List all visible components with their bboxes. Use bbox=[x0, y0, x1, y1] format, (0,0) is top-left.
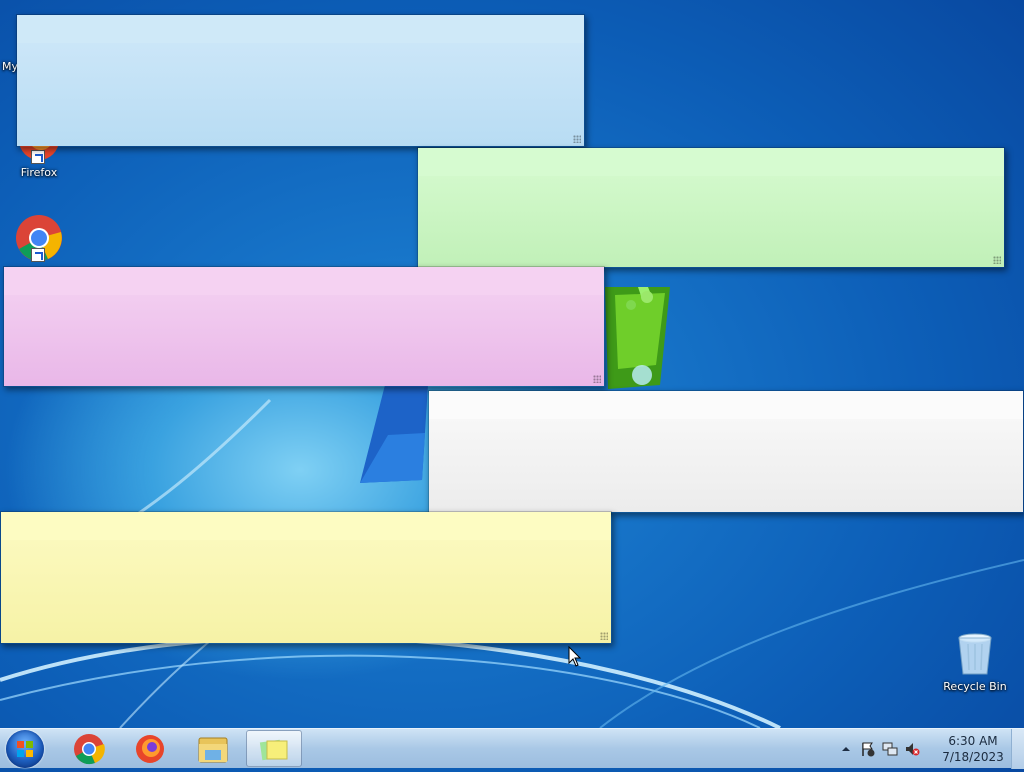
shortcut-arrow-icon bbox=[31, 150, 45, 164]
sticky-note-white[interactable] bbox=[428, 390, 1024, 513]
taskbar-file-explorer-button[interactable] bbox=[185, 730, 241, 767]
notification-area: 6:30 AM 7/18/2023 bbox=[834, 729, 1024, 769]
clock-date: 7/18/2023 bbox=[942, 750, 1004, 764]
desktop: My Firefox Recycle Bin bbox=[0, 0, 1024, 728]
system-clock[interactable]: 6:30 AM 7/18/2023 bbox=[938, 733, 1008, 765]
sticky-note-title-bar[interactable] bbox=[418, 148, 1004, 176]
sticky-note-text-area[interactable] bbox=[1, 540, 611, 643]
resize-grip-icon[interactable] bbox=[600, 632, 608, 640]
start-button[interactable] bbox=[6, 730, 44, 768]
sticky-note-title-bar[interactable] bbox=[429, 391, 1023, 419]
taskbar-chrome-button[interactable] bbox=[61, 730, 117, 767]
shortcut-arrow-icon bbox=[31, 248, 45, 262]
firefox-icon bbox=[136, 735, 164, 763]
show-hidden-icons-arrow-icon[interactable] bbox=[838, 741, 854, 757]
sticky-note-title-bar[interactable] bbox=[4, 267, 604, 295]
sticky-note-yellow[interactable] bbox=[0, 511, 612, 644]
sticky-note-blue[interactable] bbox=[16, 14, 585, 147]
sticky-note-green[interactable] bbox=[417, 147, 1005, 268]
taskbar: 6:30 AM 7/18/2023 bbox=[0, 728, 1024, 769]
recycle-bin-icon bbox=[951, 630, 999, 678]
sticky-note-text-area[interactable] bbox=[418, 176, 1004, 267]
resize-grip-icon[interactable] bbox=[573, 135, 581, 143]
desktop-icon-chrome[interactable] bbox=[0, 214, 78, 264]
desktop-icon-label: Recycle Bin bbox=[943, 680, 1007, 693]
resize-grip-icon[interactable] bbox=[593, 375, 601, 383]
sticky-notes-icon bbox=[259, 739, 288, 761]
sticky-note-pink[interactable] bbox=[3, 266, 605, 387]
sticky-note-title-bar[interactable] bbox=[1, 512, 611, 540]
sticky-note-title-bar[interactable] bbox=[17, 15, 584, 43]
sticky-note-text-area[interactable] bbox=[17, 43, 584, 146]
volume-muted-icon[interactable] bbox=[904, 741, 920, 757]
sticky-note-text-area[interactable] bbox=[4, 295, 604, 386]
action-center-flag-icon[interactable] bbox=[860, 741, 876, 757]
windows-logo-icon bbox=[17, 741, 33, 757]
desktop-icon-label: Firefox bbox=[20, 166, 58, 179]
mouse-cursor-icon bbox=[568, 646, 582, 667]
taskbar-sticky-notes-button[interactable] bbox=[246, 730, 302, 767]
resize-grip-icon[interactable] bbox=[993, 256, 1001, 264]
chrome-icon bbox=[74, 734, 105, 765]
sticky-note-text-area[interactable] bbox=[429, 419, 1023, 512]
taskbar-firefox-button[interactable] bbox=[122, 730, 178, 767]
clock-time: 6:30 AM bbox=[948, 734, 998, 748]
chrome-icon bbox=[15, 214, 63, 262]
show-desktop-button[interactable] bbox=[1011, 729, 1024, 769]
file-explorer-icon bbox=[198, 737, 228, 763]
network-icon[interactable] bbox=[882, 741, 898, 757]
desktop-icon-recycle-bin[interactable]: Recycle Bin bbox=[936, 630, 1014, 693]
